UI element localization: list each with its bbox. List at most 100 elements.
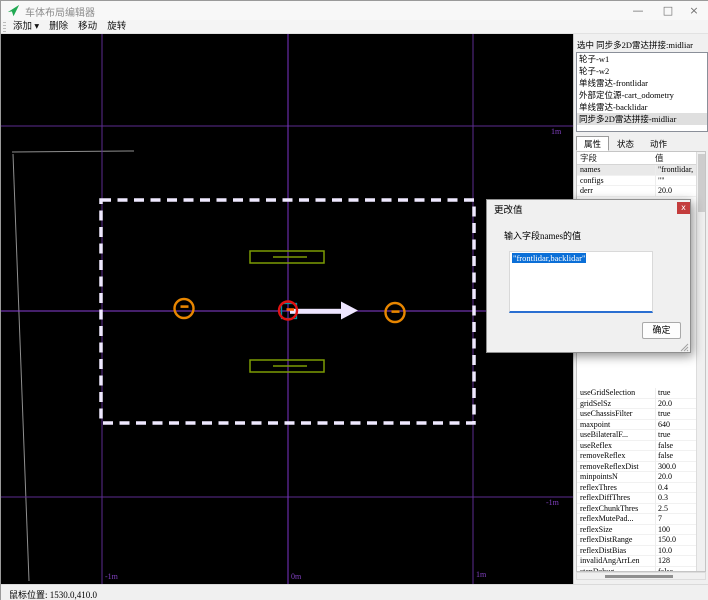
window-title: 车体布局编辑器 — [25, 4, 95, 19]
panel-tab[interactable]: 动作 — [642, 136, 675, 151]
axis-label-bottom-pos1m: 1m — [476, 570, 487, 579]
field-name-cell: maxpoint — [580, 420, 652, 431]
menu-bar: 添加 ▾ 删除移动旋转 — [1, 20, 708, 34]
table-row[interactable]: reflexDistBias 10.0 — [577, 546, 696, 557]
axis-label-right-neg1m: -1m — [546, 498, 560, 507]
entity-list-item[interactable]: 轮子-w2 — [577, 65, 707, 77]
app-icon — [7, 4, 20, 17]
table-row[interactable]: reflexThres 0.4 — [577, 483, 696, 494]
table-row[interactable]: removeReflexDist 300.0 — [577, 462, 696, 473]
wheel-w2-dash — [392, 310, 400, 313]
field-value-cell: "frontlidar, — [655, 165, 696, 176]
toolbar-grip — [3, 22, 6, 32]
vertical-scrollbar[interactable] — [696, 152, 705, 571]
property-table-header: 字段 值 — [577, 152, 696, 165]
field-name-cell: reflexDistRange — [580, 535, 652, 546]
field-value-cell: 10.0 — [655, 546, 696, 557]
field-value-cell: false — [655, 441, 696, 452]
menu-item[interactable]: 旋转 — [107, 20, 126, 34]
panel-tab[interactable]: 属性 — [576, 136, 609, 151]
axis-label-bottom-neg1m: -1m — [105, 572, 119, 581]
table-row[interactable]: maxpoint 640 — [577, 420, 696, 431]
entity-list-item[interactable]: 单线雷达-backlidar — [577, 101, 707, 113]
table-row[interactable]: names "frontlidar, — [577, 165, 696, 176]
field-name-cell: reflexDiffThres — [580, 493, 652, 504]
table-row[interactable]: removeReflex false — [577, 451, 696, 462]
table-row[interactable]: configs "" — [577, 176, 696, 187]
table-row[interactable]: reflexMutePad... 7 — [577, 514, 696, 525]
field-name-cell: reflexSize — [580, 525, 652, 536]
table-row[interactable]: useBilateralF... true — [577, 430, 696, 441]
wheel-w1-dash — [181, 305, 189, 308]
field-name-cell: reflexThres — [580, 483, 652, 494]
table-row[interactable]: useReflex false — [577, 441, 696, 452]
table-row[interactable]: derr 20.0 — [577, 186, 696, 197]
field-value-cell: 2.5 — [655, 504, 696, 515]
column-header-field: 字段 — [580, 152, 597, 165]
entity-list-item[interactable]: 同步多2D雷达拼接-midliar — [577, 113, 707, 125]
field-name-cell: invalidAngArrLen — [580, 556, 652, 567]
field-name-cell: reflexChunkThres — [580, 504, 652, 515]
axis-label-bottom-0m: 0m — [291, 572, 302, 581]
midliar-marker-dash — [287, 308, 295, 311]
field-value-cell: 7 — [655, 514, 696, 525]
field-name-cell: useBilateralF... — [580, 430, 652, 441]
field-name-cell: useReflex — [580, 441, 652, 452]
selection-header: 选中 同步多2D雷达拼接:midliar — [577, 39, 693, 51]
field-name-cell: removeReflexDist — [580, 462, 652, 473]
field-name-cell: reflexDistBias — [580, 546, 652, 557]
field-name-cell: minpointsN — [580, 472, 652, 483]
dialog-title: 更改值 — [494, 202, 523, 216]
panel-tab[interactable]: 状态 — [609, 136, 642, 151]
field-value-cell: true — [655, 409, 696, 420]
wheel-w1-circle[interactable] — [175, 299, 194, 318]
minimize-button[interactable]: — — [623, 1, 653, 20]
status-bar: 鼠标位置: 1530.0,410.0 — [1, 584, 708, 600]
table-row[interactable]: reflexDistRange 150.0 — [577, 535, 696, 546]
field-name-cell: reflexMutePad... — [580, 514, 652, 525]
table-row[interactable]: invalidAngArrLen 128 — [577, 556, 696, 567]
entity-list-item[interactable]: 轮子-w1 — [577, 53, 707, 65]
entity-list[interactable]: 轮子-w1轮子-w2单线雷达-frontlidar外部定位源-cart_odom… — [576, 52, 708, 132]
field-name-cell: names — [580, 165, 652, 176]
direction-arrow-head — [341, 302, 358, 320]
table-row[interactable]: minpointsN 20.0 — [577, 472, 696, 483]
field-value-cell: 640 — [655, 420, 696, 431]
field-name-cell: derr — [580, 186, 652, 197]
value-input[interactable]: "frontlidar,backlidar" — [509, 251, 653, 313]
menu-item[interactable]: 删除 — [49, 20, 68, 34]
table-row[interactable]: reflexSize 100 — [577, 525, 696, 536]
field-value-cell: false — [655, 451, 696, 462]
close-button[interactable]: × — [679, 1, 708, 20]
vertical-scrollbar-thumb[interactable] — [698, 154, 705, 212]
field-value-cell: 0.3 — [655, 493, 696, 504]
horizontal-scrollbar-thumb[interactable] — [605, 575, 673, 578]
entity-list-item[interactable]: 单线雷达-frontlidar — [577, 77, 707, 89]
map-boundary-left-line — [13, 154, 29, 581]
field-value-cell: 100 — [655, 525, 696, 536]
entity-list-item[interactable]: 外部定位源-cart_odometry — [577, 89, 707, 101]
table-row[interactable]: reflexDiffThres 0.3 — [577, 493, 696, 504]
table-row[interactable]: useChassisFilter true — [577, 409, 696, 420]
field-value-cell: 300.0 — [655, 462, 696, 473]
field-name-cell: useGridSelection — [580, 388, 652, 399]
field-value-cell: 128 — [655, 556, 696, 567]
menu-item[interactable]: 移动 — [78, 20, 97, 34]
table-row[interactable]: gridSelSz 20.0 — [577, 399, 696, 410]
ok-button[interactable]: 确定 — [642, 322, 681, 339]
property-rows-bottom: useGridSelection true gridSelSz 20.0 use… — [577, 388, 696, 572]
dialog-close-button[interactable]: x — [677, 202, 690, 214]
dialog-prompt-label: 输入字段names的值 — [504, 229, 581, 242]
field-name-cell: gridSelSz — [580, 399, 652, 410]
table-row[interactable]: reflexChunkThres 2.5 — [577, 504, 696, 515]
horizontal-scrollbar[interactable] — [576, 572, 706, 580]
field-value-cell: 20.0 — [655, 186, 696, 197]
mouse-position-text: 鼠标位置: 1530.0,410.0 — [9, 588, 97, 600]
field-value-cell: 20.0 — [655, 399, 696, 410]
resize-grip-icon[interactable] — [680, 343, 689, 352]
table-row[interactable]: useGridSelection true — [577, 388, 696, 399]
menu-item[interactable]: 添加 ▾ — [13, 20, 39, 34]
field-value-cell: 20.0 — [655, 472, 696, 483]
property-rows-top: names "frontlidar, configs "" derr 20.0 — [577, 165, 696, 197]
panel-tabs: 属性状态动作 — [576, 136, 708, 151]
